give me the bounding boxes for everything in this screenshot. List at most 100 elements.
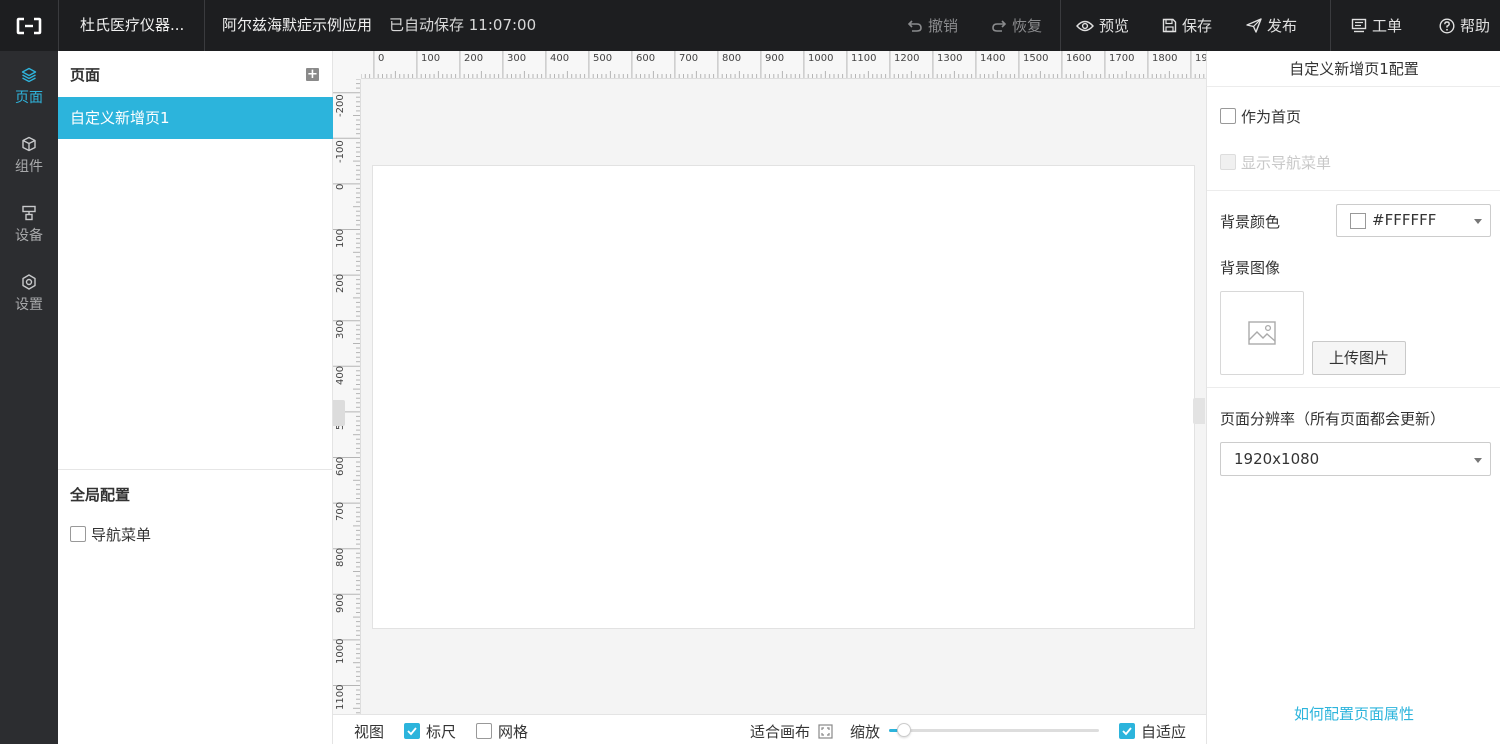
help-label: 帮助	[1460, 17, 1491, 35]
ruler-label: 1800	[1152, 53, 1178, 64]
image-placeholder-icon	[1248, 321, 1276, 345]
topbar-separator	[204, 0, 205, 51]
ruler-label: 100	[421, 53, 441, 64]
nav-item-label: 设置	[15, 297, 43, 313]
bg-color-value: #FFFFFF	[1372, 211, 1437, 229]
chevron-down-icon	[1474, 458, 1482, 463]
auto-fit-checkbox[interactable]	[1119, 723, 1135, 739]
nav-menu-checkbox[interactable]	[70, 526, 86, 542]
publish-label: 发布	[1267, 17, 1298, 35]
add-page-button[interactable]: +	[306, 68, 319, 81]
top-bar: 杜氏医疗仪器... 阿尔兹海默症示例应用 已自动保存 11:07:00 撤销 恢…	[0, 0, 1500, 51]
ruler-label: 900	[765, 53, 785, 64]
ruler-label: 1500	[1023, 53, 1049, 64]
show-nav-checkbox[interactable]	[1220, 154, 1236, 170]
grid-label: 网格	[498, 723, 529, 741]
ticket-button[interactable]: 工单	[1351, 0, 1402, 51]
fit-canvas-button[interactable]: 适合画布	[750, 721, 833, 742]
collapse-left-handle[interactable]	[333, 400, 345, 426]
pages-panel-title: 页面	[70, 66, 101, 84]
ruler-label: 200	[464, 53, 484, 64]
upload-image-button[interactable]: 上传图片	[1312, 341, 1406, 375]
plus-icon: +	[307, 67, 318, 82]
ruler-label: 1100	[851, 53, 877, 64]
save-label: 保存	[1182, 17, 1213, 35]
app-name: 阿尔兹海默症示例应用	[222, 16, 373, 34]
check-icon	[1122, 727, 1132, 736]
zoom-slider[interactable]	[889, 723, 1099, 737]
ruler-label: 190	[1195, 53, 1206, 64]
panel-divider	[58, 469, 333, 470]
artboard[interactable]	[372, 165, 1195, 629]
nav-item-settings[interactable]: 设置	[0, 264, 58, 324]
ruler-label: 1400	[980, 53, 1006, 64]
ruler-label: 700	[679, 53, 699, 64]
ruler-label: -200	[335, 94, 346, 117]
ruler-label: 0	[378, 53, 385, 64]
publish-button[interactable]: 发布	[1246, 0, 1297, 51]
nav-item-devices[interactable]: 设备	[0, 195, 58, 255]
canvas-bottom-bar: 视图 标尺 网格 适合画布 缩放 自适应	[333, 714, 1206, 744]
project-name[interactable]: 杜氏医疗仪器...	[80, 0, 184, 51]
nav-menu-label: 导航菜单	[91, 526, 152, 544]
nav-item-pages[interactable]: 页面	[0, 57, 58, 117]
ruler-label: 1600	[1066, 53, 1092, 64]
redo-label: 恢复	[1012, 17, 1043, 35]
ruler-label: 1700	[1109, 53, 1135, 64]
ruler-checkbox[interactable]	[404, 723, 420, 739]
canvas-area[interactable]: 0 100 200 300 400 500 600 700 800 900 1000 1100 1200…	[333, 51, 1206, 714]
ruler-label: 900	[335, 593, 346, 613]
gear-icon	[22, 274, 36, 290]
undo-button[interactable]: 撤销	[907, 0, 958, 51]
nav-item-components[interactable]: 组件	[0, 126, 58, 186]
ruler-label: 1000	[335, 638, 346, 665]
grid-checkbox[interactable]	[476, 723, 492, 739]
fit-icon	[818, 724, 833, 739]
ruler-label: 100	[335, 228, 346, 248]
undo-label: 撤销	[928, 17, 959, 35]
bg-color-picker[interactable]: #FFFFFF	[1336, 204, 1491, 237]
config-panel-title: 自定义新增页1配置	[1207, 51, 1500, 87]
app-logo[interactable]	[0, 0, 58, 51]
collapse-right-handle[interactable]	[1193, 398, 1205, 424]
autosave-status: 已自动保存 11:07:00	[389, 16, 537, 34]
left-nav: 页面 组件 设备 设置	[0, 51, 58, 744]
homepage-label: 作为首页	[1241, 108, 1302, 126]
undo-icon	[907, 19, 922, 32]
topbar-separator	[1330, 0, 1331, 51]
panel-divider	[1207, 387, 1500, 388]
preview-label: 预览	[1099, 17, 1130, 35]
panel-divider	[1207, 190, 1500, 191]
cube-icon	[22, 136, 36, 152]
ruler-label: 标尺	[426, 723, 457, 741]
ruler-label: 600	[335, 456, 346, 476]
ruler-label: 1200	[894, 53, 920, 64]
pages-panel: 页面 + 自定义新增页1 全局配置 导航菜单	[58, 51, 333, 744]
ruler-corner	[333, 51, 361, 79]
ruler-label: 0	[335, 183, 346, 191]
resolution-select[interactable]: 1920x1080	[1220, 442, 1491, 476]
nav-item-label: 设备	[15, 228, 43, 244]
save-button[interactable]: 保存	[1162, 0, 1212, 51]
color-swatch	[1350, 213, 1366, 229]
ruler-label: 600	[636, 53, 656, 64]
show-nav-label: 显示导航菜单	[1241, 154, 1332, 172]
device-icon	[22, 205, 36, 221]
ruler-label: 400	[550, 53, 570, 64]
resolution-value: 1920x1080	[1234, 450, 1320, 468]
bg-image-preview[interactable]	[1220, 291, 1304, 375]
vertical-ruler: -200-10001002003004005006007008009001000…	[333, 51, 361, 714]
ruler-label: 1100	[335, 684, 346, 710]
page-list-item[interactable]: 自定义新增页1	[58, 97, 333, 139]
page-config-panel: 自定义新增页1配置 作为首页 显示导航菜单 背景颜色 #FFFFFF 背景图像 …	[1206, 51, 1500, 744]
horizontal-ruler: 0 100 200 300 400 500 600 700 800 900 1000 1100 1200…	[333, 51, 1206, 79]
redo-button[interactable]: 恢复	[991, 0, 1042, 51]
help-button[interactable]: 帮助	[1439, 0, 1490, 51]
preview-button[interactable]: 预览	[1076, 0, 1129, 51]
fit-canvas-label: 适合画布	[750, 723, 811, 741]
homepage-checkbox[interactable]	[1220, 108, 1236, 124]
help-link[interactable]: 如何配置页面属性	[1207, 703, 1500, 724]
chevron-down-icon	[1474, 219, 1482, 224]
ruler-label: -100	[335, 139, 346, 163]
zoom-slider-thumb[interactable]	[896, 723, 911, 737]
